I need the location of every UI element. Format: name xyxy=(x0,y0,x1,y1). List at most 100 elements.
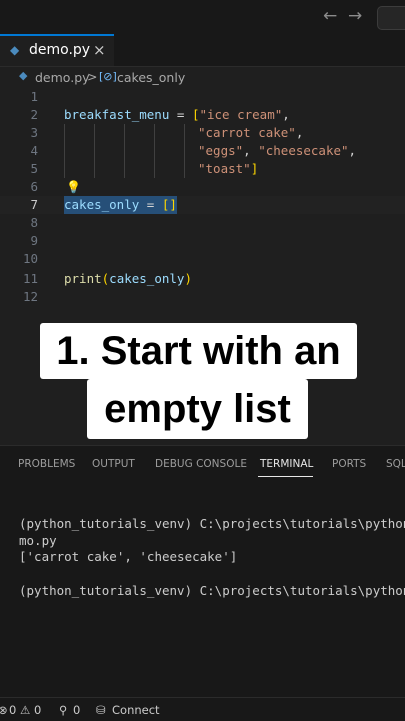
code-text: print(cakes_only) xyxy=(64,270,192,288)
token-function: print xyxy=(64,271,102,286)
terminal-prompt[interactable]: (python_tutorials_venv) C:\projects\tuto… xyxy=(19,582,405,599)
code-line: 8 xyxy=(0,214,405,232)
indent-guide xyxy=(124,160,125,178)
indent-guide xyxy=(124,142,125,160)
indent-guide xyxy=(154,160,155,178)
code-line: 4 "eggs", "cheesecake", xyxy=(0,142,405,160)
indent-guide xyxy=(184,160,185,178)
code-text: "toast"] xyxy=(198,160,258,178)
token-string: "eggs" xyxy=(198,143,244,158)
python-file-icon: ◆ xyxy=(19,69,28,82)
indent-guide xyxy=(154,124,155,142)
token-string: "carrot cake" xyxy=(198,125,296,140)
indent-guide xyxy=(94,160,95,178)
code-line: 5 "toast"] xyxy=(0,160,405,178)
status-bar: ⊗ 0 ⚠ 0 ⚲ 0 ⛁ Connect xyxy=(0,697,405,721)
indent-guide xyxy=(64,124,65,142)
command-center[interactable] xyxy=(377,6,405,30)
code-line: 6 💡 xyxy=(0,178,405,196)
tab-sql[interactable]: SQL xyxy=(386,458,405,470)
line-number: 8 xyxy=(30,215,38,230)
terminal-line: (python_tutorials_venv) C:\projects\tuto… xyxy=(19,516,405,531)
token-string: "cheesecake" xyxy=(258,143,349,158)
indent-guide xyxy=(184,142,185,160)
code-line: 9 xyxy=(0,232,405,250)
terminal-line: mo.py xyxy=(19,533,57,548)
indent-guide xyxy=(154,142,155,160)
token-bracket: ] xyxy=(250,161,259,176)
breadcrumb-symbol[interactable]: cakes_only xyxy=(117,70,185,85)
tab-label: demo.py xyxy=(29,42,91,58)
caption-line-1: 1. Start with an xyxy=(40,323,357,379)
token-variable: cakes_only xyxy=(64,197,140,212)
token-operator: = xyxy=(139,197,162,212)
tab-demo-py[interactable]: ◆ demo.py × xyxy=(0,34,114,66)
token-operator: = xyxy=(169,107,192,122)
code-text: "carrot cake", xyxy=(198,124,303,142)
line-number: 12 xyxy=(22,289,38,304)
arrow-right-icon[interactable]: → xyxy=(348,6,362,26)
lightbulb-icon[interactable]: 💡 xyxy=(66,178,81,196)
token-comma: , xyxy=(295,125,304,140)
python-file-icon: ◆ xyxy=(10,43,20,57)
token-variable: cakes_only xyxy=(109,271,185,286)
arrow-left-icon[interactable]: ← xyxy=(323,6,337,26)
code-line: 11 print(cakes_only) xyxy=(0,270,405,288)
line-number: 2 xyxy=(30,107,38,122)
indent-guide xyxy=(94,124,95,142)
connect-button[interactable]: Connect xyxy=(112,703,160,717)
code-line: 10 xyxy=(0,250,405,268)
indent-guide xyxy=(64,142,65,160)
line-number: 7 xyxy=(30,197,38,212)
line-number: 5 xyxy=(30,161,38,176)
token-comma: , xyxy=(282,107,290,122)
code-line-current: 7 cakes_only = [] xyxy=(0,196,405,214)
error-count[interactable]: 0 xyxy=(9,703,16,717)
variable-symbol-icon: [⊘] xyxy=(99,70,117,83)
error-icon[interactable]: ⊗ xyxy=(0,703,8,717)
indent-guide xyxy=(184,124,185,142)
token-variable: breakfast_menu xyxy=(64,107,170,122)
warning-icon[interactable]: ⚠ xyxy=(20,703,30,717)
token-comma: , xyxy=(243,143,251,158)
tab-problems[interactable]: PROBLEMS xyxy=(18,458,75,470)
terminal-output: ['carrot cake', 'cheesecake'] xyxy=(19,549,238,564)
token-bracket: [] xyxy=(161,197,177,212)
token-bracket: ) xyxy=(184,271,192,286)
ports-count[interactable]: 0 xyxy=(73,703,80,717)
code-line: 12 xyxy=(0,288,405,306)
ports-icon[interactable]: ⚲ xyxy=(59,703,67,717)
line-number: 4 xyxy=(30,143,38,158)
line-number: 3 xyxy=(30,125,38,140)
close-tab-icon[interactable]: × xyxy=(93,41,106,59)
caption-line-2: empty list xyxy=(87,379,308,439)
code-text: breakfast_menu = ["ice cream", xyxy=(64,106,290,124)
token-string: "ice cream" xyxy=(199,107,283,122)
tab-output[interactable]: OUTPUT xyxy=(92,458,135,470)
tab-debug-console[interactable]: DEBUG CONSOLE xyxy=(155,458,247,470)
breadcrumb-separator: > xyxy=(87,69,98,84)
active-tab-indicator xyxy=(258,476,313,477)
code-line: 3 "carrot cake", xyxy=(0,124,405,142)
line-number: 6 xyxy=(30,179,38,194)
selected-code-text: cakes_only = [] xyxy=(64,196,177,214)
code-line: 1 xyxy=(0,88,405,106)
token-comma: , xyxy=(348,143,357,158)
indent-guide xyxy=(124,124,125,142)
breadcrumb: ◆ demo.py > [⊘] cakes_only xyxy=(0,68,405,88)
code-line: 2 breakfast_menu = ["ice cream", xyxy=(0,106,405,124)
line-number: 11 xyxy=(22,271,38,286)
warning-count[interactable]: 0 xyxy=(34,703,41,717)
tab-terminal[interactable]: TERMINAL xyxy=(260,458,313,470)
database-icon[interactable]: ⛁ xyxy=(96,703,106,717)
bottom-panel: PROBLEMS OUTPUT DEBUG CONSOLE TERMINAL P… xyxy=(0,445,405,698)
breadcrumb-file[interactable]: demo.py xyxy=(35,70,90,85)
code-text: "eggs", "cheesecake", xyxy=(198,142,356,160)
title-bar: ← → xyxy=(0,0,405,34)
tab-ports[interactable]: PORTS xyxy=(332,458,366,470)
token-string: "toast" xyxy=(198,161,251,176)
line-number: 9 xyxy=(30,233,38,248)
indent-guide xyxy=(94,142,95,160)
line-number: 10 xyxy=(22,251,38,266)
indent-guide xyxy=(64,160,65,178)
